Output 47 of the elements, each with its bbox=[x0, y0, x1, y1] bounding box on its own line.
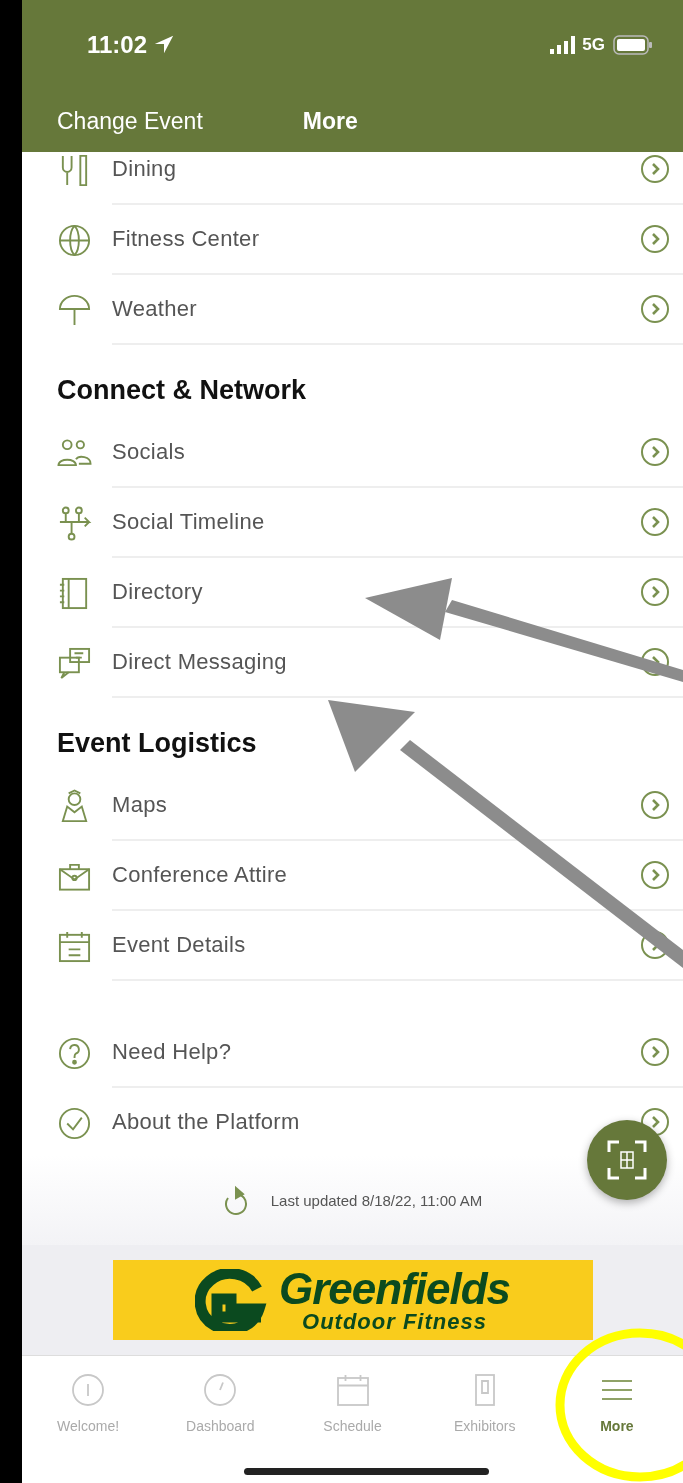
calendar-icon bbox=[334, 1372, 371, 1408]
menu-item[interactable]: Socials bbox=[112, 439, 186, 465]
menu-item[interactable]: Social Timeline bbox=[112, 509, 265, 535]
menu-item[interactable]: Conference Attire bbox=[112, 862, 288, 888]
chat-icon bbox=[57, 645, 92, 681]
menu-item[interactable]: Fitness Center bbox=[112, 226, 260, 252]
menu-item[interactable]: About the Platform bbox=[112, 1109, 300, 1135]
tab[interactable]: More bbox=[550, 1356, 683, 1483]
ball-icon bbox=[57, 222, 92, 258]
battery-icon bbox=[613, 35, 653, 55]
chevron-right-icon bbox=[640, 294, 670, 324]
menu-item[interactable]: Directory bbox=[112, 579, 203, 605]
banner-subtitle: Outdoor Fitness bbox=[302, 1311, 487, 1333]
menu-item[interactable]: Dining bbox=[112, 156, 177, 182]
banner-title: Greenfields bbox=[278, 1267, 511, 1311]
info-icon bbox=[70, 1372, 107, 1408]
chevron-right-icon bbox=[640, 437, 670, 467]
help-icon bbox=[57, 1035, 92, 1071]
signal-icon bbox=[550, 36, 577, 54]
network-type: 5G bbox=[582, 35, 605, 55]
section-heading: Connect & Network bbox=[56, 374, 308, 407]
menu-item[interactable]: Weather bbox=[112, 296, 197, 322]
chevron-right-icon bbox=[640, 860, 670, 890]
refresh-icon bbox=[222, 1184, 249, 1216]
gauge-icon bbox=[202, 1372, 239, 1408]
umbrella-icon bbox=[57, 292, 92, 328]
check-circle-icon bbox=[57, 1105, 92, 1141]
last-updated-text: Last updated 8/18/22, 11:00 AM bbox=[270, 1191, 483, 1209]
menu-item[interactable]: Event Details bbox=[112, 932, 246, 958]
chevron-right-icon bbox=[640, 224, 670, 254]
branch-icon bbox=[57, 505, 92, 541]
status-time: 11:02 bbox=[87, 31, 148, 59]
chevron-right-icon bbox=[640, 790, 670, 820]
change-event-link[interactable]: Change Event bbox=[57, 107, 203, 135]
sponsor-banner[interactable]: Greenfields Outdoor Fitness bbox=[112, 1260, 593, 1340]
logo-icon bbox=[194, 1269, 267, 1331]
menu-item[interactable]: Maps bbox=[112, 792, 167, 818]
qr-scan-button[interactable] bbox=[587, 1120, 667, 1200]
qr-scan-icon bbox=[607, 1140, 647, 1180]
chevron-right-icon bbox=[640, 1037, 670, 1067]
menu-item[interactable]: Direct Messaging bbox=[112, 649, 287, 675]
menu-item[interactable]: Need Help? bbox=[112, 1039, 232, 1065]
chevron-right-icon bbox=[640, 154, 670, 184]
chevron-right-icon bbox=[640, 507, 670, 537]
chevron-right-icon bbox=[640, 577, 670, 607]
page-title: More bbox=[302, 107, 358, 135]
section-heading: Event Logistics bbox=[56, 727, 258, 760]
